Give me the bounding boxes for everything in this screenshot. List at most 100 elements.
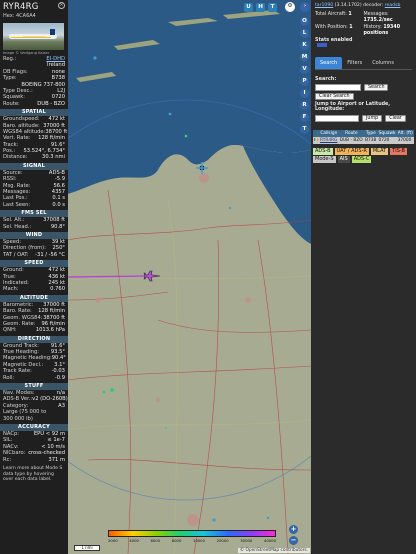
settings-gear-icon[interactable]: ⚙	[285, 2, 295, 12]
map-button-f[interactable]: F	[300, 113, 309, 122]
tab-search[interactable]: Search	[315, 56, 343, 69]
altitude-scale-label: 20000	[216, 538, 229, 543]
jump-input[interactable]	[315, 114, 359, 122]
version-text: (3.14.1702) decoder:	[333, 3, 384, 8]
map-button-m[interactable]: M	[300, 53, 309, 62]
info-row-value: 1013.6 hPa	[35, 327, 65, 334]
map-attribution[interactable]: © OpenStreetMap contributors.	[237, 548, 310, 553]
search-input[interactable]	[315, 83, 361, 91]
stats-link[interactable]: Stats enabled	[311, 36, 416, 51]
info-row-label: Mach:	[3, 286, 19, 293]
map-button-o[interactable]: O	[300, 17, 309, 26]
legend-mode-s[interactable]: Mode-S	[313, 155, 336, 163]
map-button-v[interactable]: V	[300, 65, 309, 74]
altitude-scale-label: 40000	[263, 538, 276, 543]
clear-jump-button[interactable]: Clear	[385, 114, 406, 122]
aircraft-callsign: RYR4RG	[3, 2, 39, 12]
table-row[interactable]: RYR4RG DUB - BZO B738 0720 37000	[313, 136, 414, 144]
osm-attribution-link[interactable]: © OpenStreetMap contributors.	[240, 548, 308, 553]
map-button-r[interactable]: R	[300, 101, 309, 110]
map-button-t[interactable]: T	[300, 125, 309, 134]
aircraft-table-header: Callsign Route Type Squawk Alt. (ft)	[313, 129, 414, 137]
aircraft-basic-info: Reg.: EI-DHD Ireland DB Flags: none Type: B738…	[0, 56, 68, 107]
aircraft-info-panel: RYR4RG Hex: 4CA6A4 × Image © Wolfgang Ka…	[0, 0, 68, 554]
altitude-scale-label: 8000	[171, 538, 182, 543]
search-panel: Search: Search Clear Search Jump to Airp…	[311, 70, 416, 122]
col-route[interactable]: Route	[338, 129, 365, 137]
map-view[interactable]: U H T ⚙ › OLKMVPIRFT + − 2000 4000 6000 800…	[68, 0, 311, 554]
total-aircraft-value: 1	[348, 12, 352, 17]
info-row-value: 0.760	[50, 286, 65, 293]
zoom-in-button[interactable]: +	[289, 525, 298, 534]
version-line: tar1090 (3.14.1702) decoder: readsb	[311, 0, 416, 8]
section-header-speed: SPEED	[0, 260, 68, 268]
altitude-scale-label: 4000	[129, 538, 139, 543]
info-row: Sel. Head.: 90.8°	[0, 224, 68, 230]
map-button-h[interactable]: H	[256, 3, 265, 12]
row-altitude: 37000	[396, 136, 414, 144]
legend-tis-b[interactable]: TIS-B	[390, 147, 407, 155]
info-row-label: Reg.:	[3, 56, 17, 62]
col-squawk[interactable]: Squawk	[377, 129, 397, 137]
jump-label: Jump to Airport or Latitude, Longitude:	[315, 101, 391, 113]
aircraft-table: Callsign Route Type Squawk Alt. (ft) RYR…	[313, 129, 414, 144]
map-button-i[interactable]: I	[300, 89, 309, 98]
info-row-value: -31 / -56 °C	[35, 251, 65, 258]
section-header-spatial: SPATIAL	[0, 109, 68, 117]
sidebar: tar1090 (3.14.1702) decoder: readsb Tota…	[311, 0, 416, 554]
info-row-value: A3	[58, 402, 65, 409]
search-button[interactable]: Search	[364, 83, 389, 91]
map-button-u[interactable]: U	[244, 3, 253, 12]
info-row: TAT / OAT: -31 / -56 °C	[0, 252, 68, 258]
altitude-scale-label: 6000	[150, 538, 161, 543]
stats-grid: Total Aircraft: 1 Messages: 1735.2/sec Wi…	[311, 8, 416, 36]
col-altitude[interactable]: Alt. (ft)	[396, 129, 414, 137]
row-route: DUB - BZO	[338, 136, 365, 144]
legend-ads-c[interactable]: ADS-C	[351, 155, 372, 163]
info-row-label: Last Seen:	[3, 201, 31, 208]
info-row-label: Rc:	[3, 456, 12, 463]
altitude-scale-labels: 2000 4000 6000 8000 10000 20000 30000 40000	[108, 538, 276, 543]
total-aircraft-label: Total Aircraft:	[315, 12, 347, 17]
info-row-value: -0.9	[54, 374, 65, 381]
tab-filters[interactable]: Filters	[342, 57, 367, 69]
row-callsign[interactable]: RYR4RG	[319, 136, 339, 144]
tar1090-link[interactable]: tar1090	[315, 3, 333, 8]
aircraft-header: RYR4RG Hex: 4CA6A4 ×	[0, 0, 68, 20]
info-row: Distance: 30.3 nmi	[0, 154, 68, 160]
sidebar-toggle-icon[interactable]: ›	[300, 2, 310, 12]
info-row: QNH: 1013.6 hPa	[0, 327, 68, 333]
aircraft-hex: Hex: 4CA6A4	[3, 13, 36, 19]
map-button-l[interactable]: L	[300, 29, 309, 38]
legend-ais[interactable]: AIS	[337, 155, 350, 163]
info-row-label: Type:	[3, 75, 17, 82]
col-type[interactable]: Type	[364, 129, 378, 137]
readsb-link[interactable]: readsb	[385, 3, 401, 8]
info-row: Roll: -0.9	[0, 375, 68, 381]
section-header-stuff: STUFF	[0, 383, 68, 391]
aircraft-detail-sections: SPATIAL Groundspeed: 472 kt Baro. altitude:…	[0, 109, 68, 463]
info-row: Route: DUB - BZO	[0, 101, 68, 107]
legend-ads-b[interactable]: ADS-B	[313, 147, 333, 155]
info-note: Learn more about Mode S data type by hov…	[3, 465, 63, 483]
close-icon[interactable]: ×	[58, 2, 65, 9]
jump-button[interactable]: Jump	[362, 114, 383, 122]
col-callsign[interactable]: Callsign	[319, 129, 339, 137]
info-row-label: Sel. Head.:	[3, 223, 32, 230]
altitude-scale-label: 30000	[240, 538, 253, 543]
aircraft-photo[interactable]	[3, 23, 64, 50]
map-button-t[interactable]: T	[268, 3, 277, 12]
legend-uat-ads-r[interactable]: UAT / ADS-R	[334, 147, 369, 155]
section-header-fms-sel: FMS SEL	[0, 210, 68, 218]
altitude-color-scale	[108, 530, 276, 537]
section-header-direction: DIRECTION	[0, 335, 68, 343]
tab-columns[interactable]: Columns	[367, 57, 399, 69]
legend-mlat[interactable]: MLAT	[370, 147, 389, 155]
map-button-p[interactable]: P	[300, 77, 309, 86]
map-button-k[interactable]: K	[300, 41, 309, 50]
sidebar-tabs: Search Filters Columns	[315, 56, 412, 70]
map-canvas[interactable]	[68, 0, 311, 554]
zoom-out-button[interactable]: −	[289, 536, 298, 545]
clear-search-button[interactable]: Clear Search	[315, 92, 354, 100]
section-header-altitude: ALTITUDE	[0, 294, 68, 302]
